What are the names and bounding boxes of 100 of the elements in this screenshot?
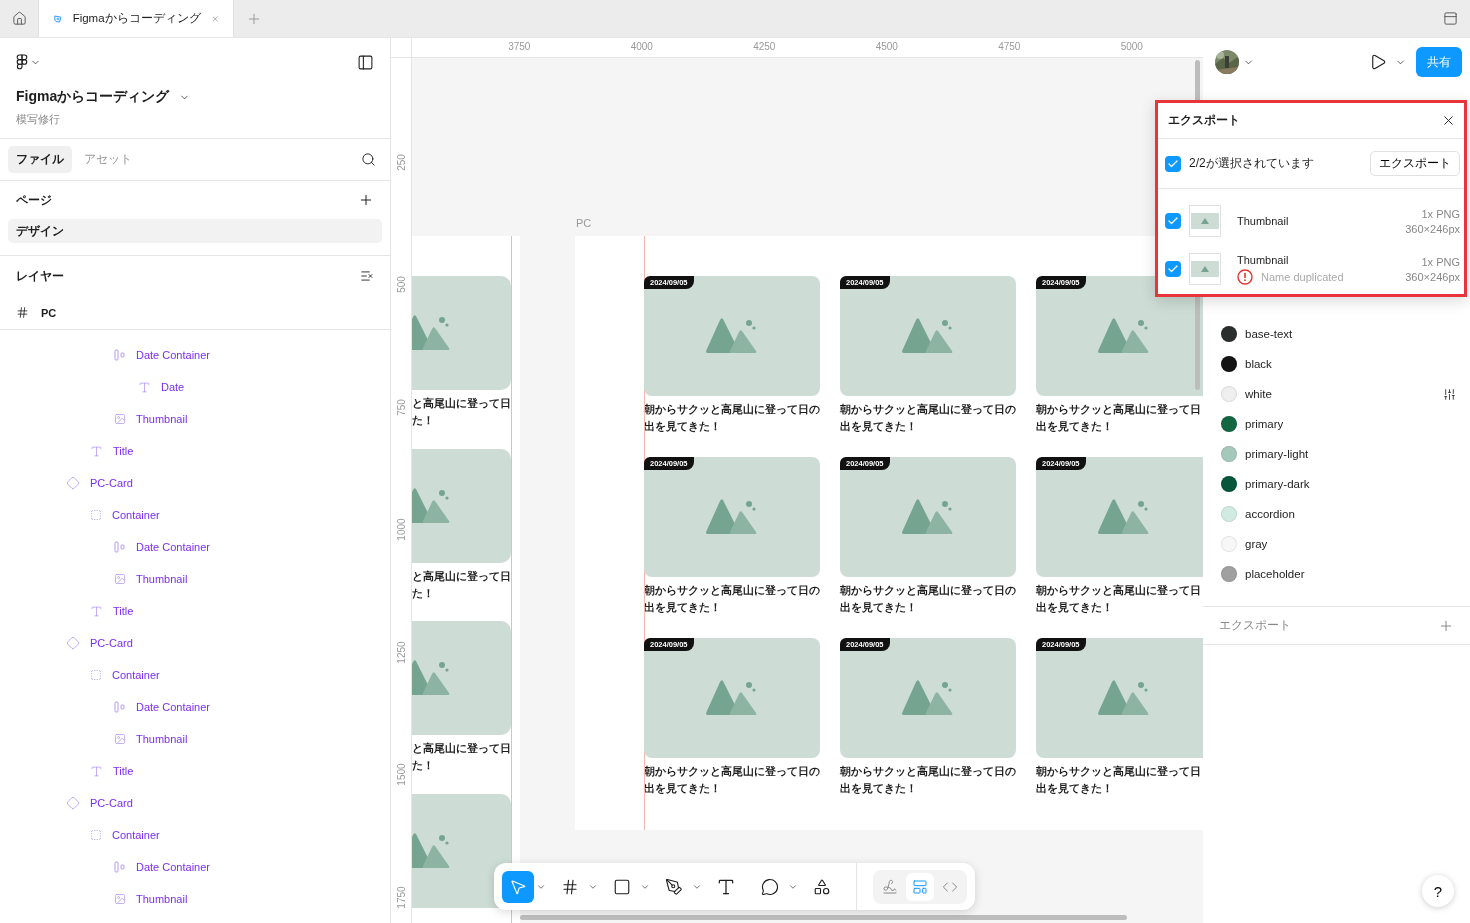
style-name: primary-light xyxy=(1245,448,1309,460)
layer-name: PC-Card xyxy=(90,637,133,649)
layer-item[interactable]: Thumbnail xyxy=(0,723,390,755)
help-button[interactable]: ? xyxy=(1422,875,1454,907)
export-button[interactable]: エクスポート xyxy=(1370,151,1460,176)
search-icon xyxy=(361,152,376,167)
frame-label: PC xyxy=(576,217,592,229)
ruler-label: 1750 xyxy=(395,886,407,909)
layer-name: Container xyxy=(112,829,160,841)
section-title: エクスポート xyxy=(1219,618,1291,633)
ruler-label: 1250 xyxy=(395,641,407,664)
checkbox[interactable] xyxy=(1165,261,1181,277)
text-icon xyxy=(90,444,103,458)
pointer-icon xyxy=(509,877,527,896)
scrollbar[interactable] xyxy=(520,915,1127,920)
play-icon xyxy=(1369,53,1387,71)
auto-layout-icon xyxy=(114,349,126,361)
section-title: レイヤー xyxy=(16,268,64,284)
file-title[interactable]: Figmaからコーディング xyxy=(16,88,170,106)
mountain-icon xyxy=(1097,498,1151,536)
warning-text: Name duplicated xyxy=(1261,270,1344,283)
color-style-item[interactable]: primary-light xyxy=(1203,439,1470,469)
layer-item[interactable]: Date xyxy=(0,371,390,403)
mountain-icon xyxy=(901,679,955,717)
ruler-label: 4250 xyxy=(752,40,777,54)
close-icon[interactable] xyxy=(1441,113,1456,128)
color-style-item[interactable]: white xyxy=(1203,379,1470,409)
image-icon xyxy=(114,573,126,585)
layer-item[interactable]: Date Container xyxy=(0,851,390,883)
layer-name: Container xyxy=(112,509,160,521)
card-title: 朝からサクッと高尾山に登って日 xyxy=(1036,764,1201,779)
layer-item[interactable]: Title xyxy=(0,755,390,787)
warning-icon xyxy=(1237,268,1253,285)
layer-item[interactable]: Container xyxy=(0,659,390,691)
style-name: black xyxy=(1245,358,1272,370)
export-name: Thumbnail xyxy=(1237,253,1290,266)
color-style-item[interactable]: placeholder xyxy=(1203,559,1470,589)
image-icon xyxy=(114,733,126,745)
ruler-label: 1500 xyxy=(395,763,407,786)
layer-name: Title xyxy=(113,445,134,457)
layer-item[interactable]: PC-Card xyxy=(0,787,390,819)
layer-item[interactable]: PC-Card xyxy=(0,467,390,499)
layer-item[interactable]: Thumbnail xyxy=(0,403,390,435)
page-item[interactable]: デザイン xyxy=(8,219,382,243)
mountain-icon xyxy=(1097,679,1151,717)
layer-name: Title xyxy=(113,605,134,617)
style-name: gray xyxy=(1245,538,1268,550)
layer-name: PC-Card xyxy=(90,477,133,489)
panel-tab[interactable]: ファイル xyxy=(8,146,72,173)
color-style-item[interactable]: gray xyxy=(1203,529,1470,559)
auto-layout-icon xyxy=(114,861,126,873)
layer-item[interactable]: Title xyxy=(0,595,390,627)
ruler-label: 4750 xyxy=(997,40,1022,54)
window-icon xyxy=(1442,11,1458,26)
layer-item[interactable]: Date Container xyxy=(0,339,390,371)
layer-item[interactable]: Container xyxy=(0,819,390,851)
color-style-item[interactable]: black xyxy=(1203,349,1470,379)
text-icon xyxy=(90,604,103,618)
file-tab[interactable]: Figmaからコーディング xyxy=(38,0,234,37)
ruler-label: 4500 xyxy=(874,40,899,54)
checkbox[interactable] xyxy=(1165,155,1181,172)
style-name: placeholder xyxy=(1245,568,1305,580)
card-title: と高尾山に登って日 xyxy=(412,568,511,584)
component-icon xyxy=(66,796,80,810)
layer-item[interactable]: Thumbnail xyxy=(0,563,390,595)
layer-name: Thumbnail xyxy=(136,733,188,745)
image-icon xyxy=(114,413,126,425)
mountain-icon xyxy=(412,831,452,870)
ruler-label: 1000 xyxy=(395,518,407,541)
mountain-icon xyxy=(412,486,452,525)
color-style-item[interactable]: accordion xyxy=(1203,499,1470,529)
component-icon xyxy=(66,476,80,490)
color-style-item[interactable]: primary-dark xyxy=(1203,469,1470,499)
layer-item[interactable]: Date Container xyxy=(0,531,390,563)
layer-item[interactable]: Thumbnail xyxy=(0,883,390,915)
frame-icon xyxy=(90,829,102,841)
layer-item[interactable]: Title xyxy=(0,435,390,467)
card-title: 朝からサクッと高尾山に登って日 xyxy=(1036,583,1201,598)
color-style-item[interactable]: primary xyxy=(1203,409,1470,439)
export-size: 360×246px xyxy=(1405,222,1460,235)
layer-item[interactable]: Container xyxy=(0,499,390,531)
card-title: 朝からサクッと高尾山に登って日の xyxy=(644,764,820,779)
checkbox[interactable] xyxy=(1165,213,1181,229)
color-style-item[interactable]: base-text xyxy=(1203,319,1470,349)
plus-icon xyxy=(358,192,374,208)
card-title: た！ xyxy=(412,758,434,773)
card-title: 出を見てきた！ xyxy=(1036,419,1113,435)
scribble-icon xyxy=(882,878,898,895)
ruler-label: 5000 xyxy=(1119,40,1144,54)
layer-name[interactable]: PC xyxy=(41,306,57,319)
layer-item[interactable]: PC-Card xyxy=(0,627,390,659)
card-title: 出を見てきた！ xyxy=(840,419,917,435)
export-name: Thumbnail xyxy=(1237,215,1289,227)
style-name: accordion xyxy=(1245,508,1295,520)
ruler-label: 250 xyxy=(395,153,407,171)
project-name: 模写修行 xyxy=(16,111,60,127)
mode-button[interactable] xyxy=(906,872,934,901)
layer-item[interactable]: Date Container xyxy=(0,691,390,723)
card-title: 出を見てきた！ xyxy=(644,781,721,797)
logo-icon[interactable] xyxy=(16,54,28,70)
